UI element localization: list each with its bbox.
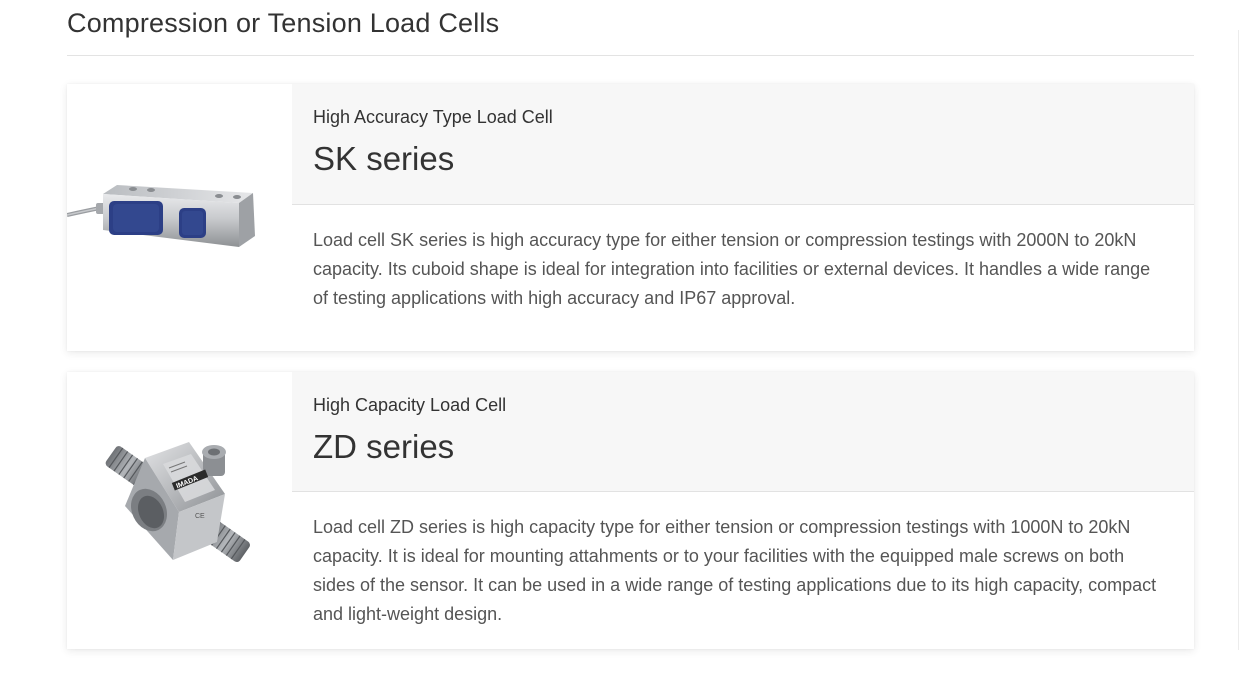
product-title-link[interactable]: SK series [313, 128, 1174, 178]
product-image-zd-series[interactable]: IMADA CE [67, 372, 292, 649]
zd-load-cell-image: IMADA CE [105, 442, 250, 563]
product-description: Load cell ZD series is high capacity typ… [313, 517, 1157, 624]
product-card-sk-series[interactable]: High Accuracy Type Load Cell SK series L… [67, 84, 1194, 351]
product-image-sk-series[interactable] [67, 84, 292, 351]
scrollbar-track[interactable] [1238, 30, 1239, 650]
product-card-header: High Accuracy Type Load Cell SK series [292, 84, 1194, 205]
product-description: Load cell SK series is high accuracy typ… [313, 230, 1151, 308]
section-title: Compression or Tension Load Cells [67, 8, 500, 38]
page: Compression or Tension Load Cells High A… [0, 0, 1243, 675]
sk-load-cell-image [67, 185, 255, 247]
product-card-header: High Capacity Load Cell ZD series [292, 372, 1194, 492]
svg-text:CE: CE [195, 513, 205, 520]
section-divider [67, 55, 1194, 56]
product-subtitle: High Capacity Load Cell [313, 395, 507, 415]
product-subtitle: High Accuracy Type Load Cell [313, 107, 553, 127]
product-title-link[interactable]: ZD series [313, 416, 1174, 466]
product-card-zd-series[interactable]: IMADA CE High Capacity Load Cell ZD seri… [67, 372, 1194, 649]
